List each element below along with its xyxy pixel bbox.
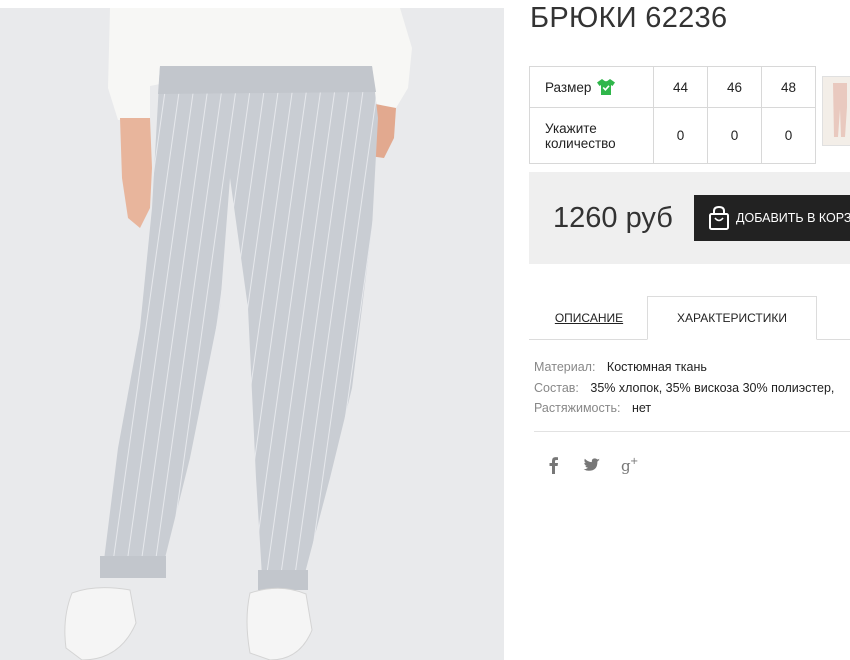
spec-key: Материал:: [534, 360, 596, 374]
size-option[interactable]: 46: [707, 66, 762, 108]
product-title: БРЮКИ 62236: [530, 2, 728, 34]
spec-key: Растяжимость:: [534, 401, 621, 415]
tab-characteristics[interactable]: ХАРАКТЕРИСТИКИ: [647, 296, 817, 340]
product-photo[interactable]: [0, 8, 504, 660]
size-label: Размер: [545, 79, 592, 95]
svg-text:+: +: [630, 456, 638, 467]
size-chart-tshirt-icon[interactable]: [597, 79, 616, 95]
google-plus-icon[interactable]: g +: [621, 455, 639, 475]
spec-value: 35% хлопок, 35% вискоза 30% полиэстер,: [590, 380, 835, 395]
spec-row: Состав: 35% хлопок, 35% вискоза 30% поли…: [534, 378, 834, 399]
quantity-label: Укажите количество: [529, 107, 654, 164]
twitter-icon[interactable]: [583, 455, 601, 475]
add-to-cart-button[interactable]: ДОБАВИТЬ В КОРЗИНУ: [694, 195, 850, 241]
quantity-input[interactable]: 0: [761, 107, 816, 164]
section-divider: [534, 431, 850, 432]
tab-description[interactable]: ОПИСАНИЕ: [531, 296, 647, 340]
shopping-bag-icon: [705, 204, 733, 232]
spec-value: Костюмная ткань: [606, 360, 707, 374]
product-price: 1260 руб: [553, 202, 673, 234]
quantity-input[interactable]: 0: [653, 107, 708, 164]
spec-row: Растяжимость: нет: [534, 398, 834, 419]
spec-value: нет: [631, 401, 652, 415]
spec-row: Материал: Костюмная ткань: [534, 357, 834, 378]
purchase-box: 1260 руб ДОБАВИТЬ В КОРЗИНУ: [529, 172, 850, 264]
spec-key: Состав:: [534, 380, 579, 395]
facebook-icon[interactable]: [545, 455, 563, 475]
size-option[interactable]: 48: [761, 66, 816, 108]
quantity-input[interactable]: 0: [707, 107, 762, 164]
product-thumbnail[interactable]: [822, 76, 850, 146]
size-option[interactable]: 44: [653, 66, 708, 108]
size-quantity-table: Размер 44 46 48 Укажите количество 0 0 0: [529, 66, 816, 164]
social-share: g +: [545, 455, 639, 475]
characteristics-list: Материал: Костюмная ткань Состав: 35% хл…: [534, 357, 834, 419]
add-to-cart-label: ДОБАВИТЬ В КОРЗИНУ: [736, 211, 850, 225]
